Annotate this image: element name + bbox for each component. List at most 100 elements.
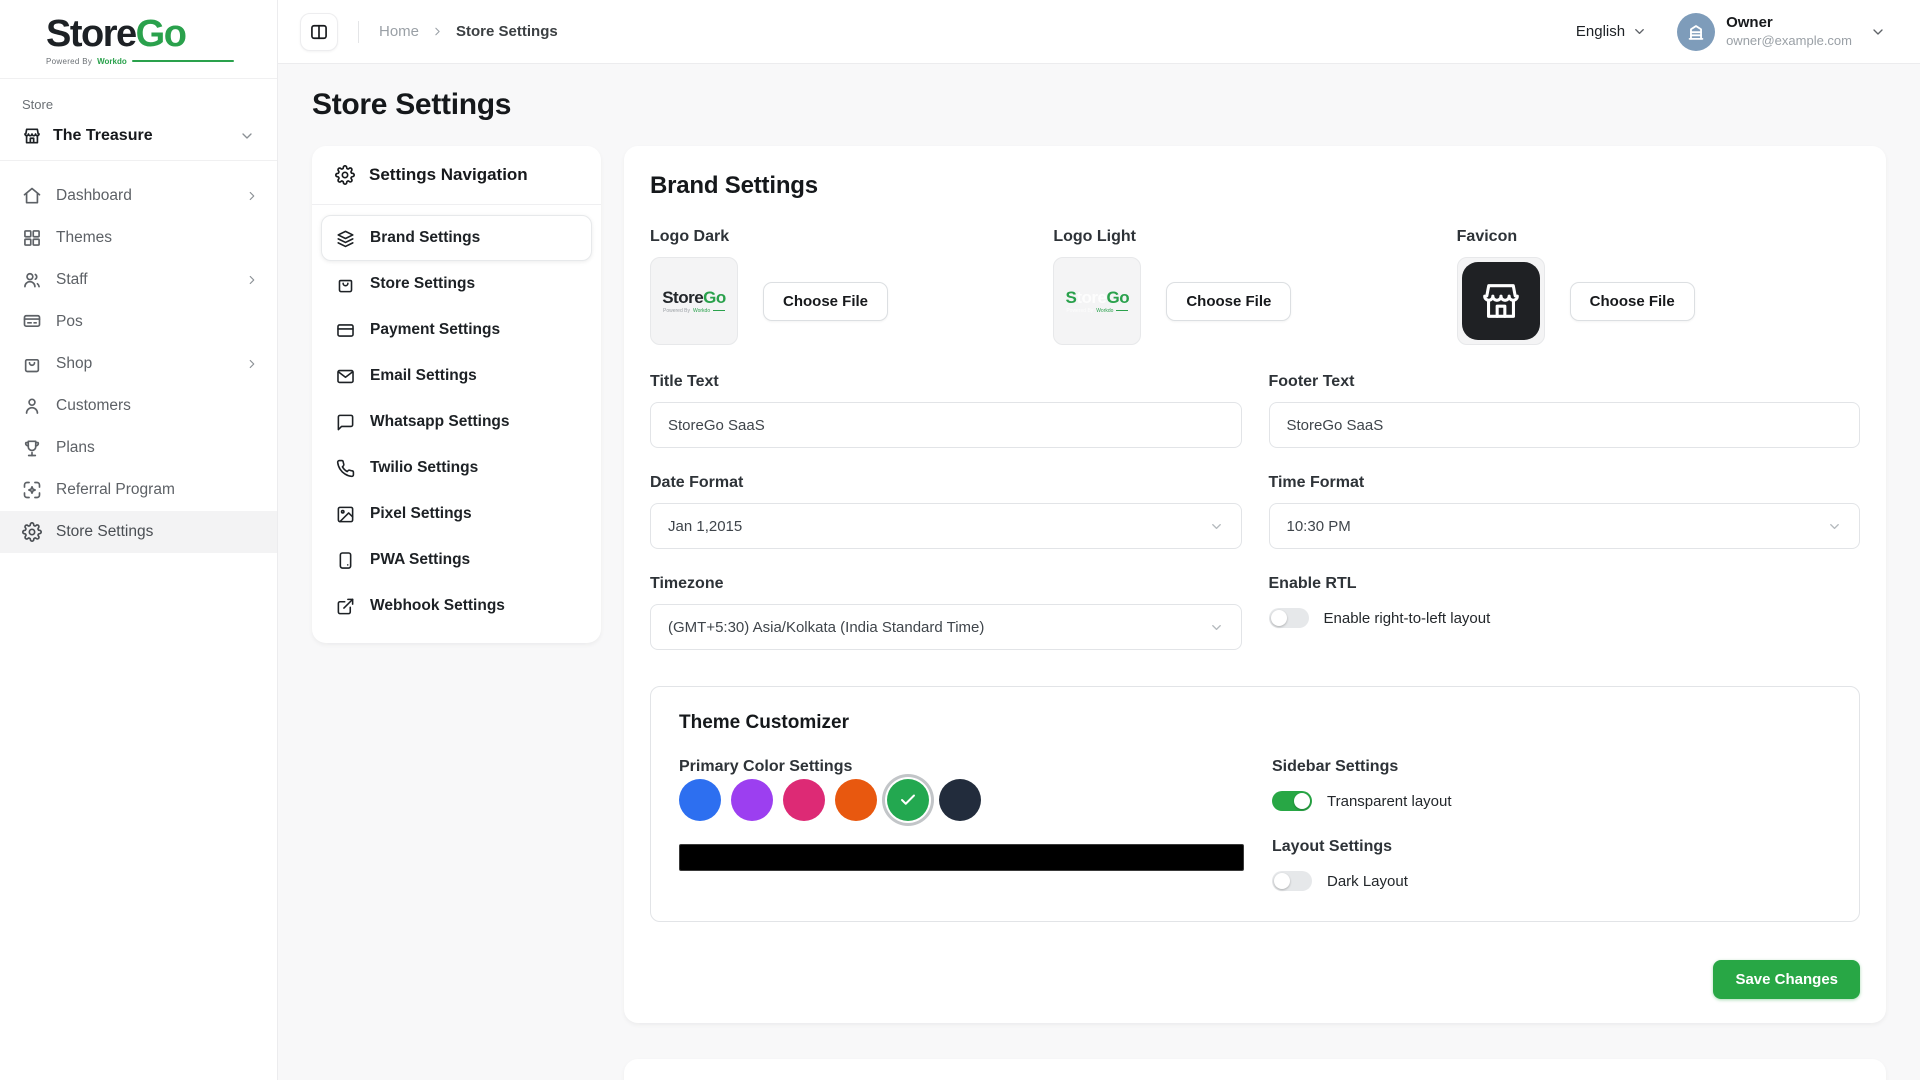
logo-dark-image: StoreGo — [662, 289, 726, 306]
main-area: Home Store Settings English Owner owner@… — [278, 0, 1920, 1080]
settings-nav-label: Store Settings — [370, 275, 475, 293]
chevron-down-icon — [1209, 519, 1224, 534]
date-format-field: Date Format Jan 1,2015 — [650, 474, 1242, 549]
logo-dark-powered: Powered ByWorkdo — [663, 308, 725, 314]
logo-light-choose-file-button[interactable]: Choose File — [1166, 282, 1291, 321]
title-text-field: Title Text — [650, 373, 1242, 448]
app-logo[interactable]: StoreGo Powered By Workdo — [0, 0, 277, 79]
time-format-select[interactable]: 10:30 PM — [1269, 503, 1861, 549]
settings-nav-label: Email Settings — [370, 367, 477, 385]
gear-icon — [335, 165, 355, 185]
sidebar-item-label: Customers — [56, 397, 259, 415]
language-selector[interactable]: English — [1576, 23, 1647, 40]
sidebar: StoreGo Powered By Workdo Store The Trea… — [0, 0, 278, 1080]
sidebar-item-label: Referral Program — [56, 481, 259, 499]
logo-dark-upload: StoreGo Powered ByWorkdo Choose File — [650, 257, 1053, 345]
app-window: StoreGo Powered By Workdo Store The Trea… — [0, 0, 1920, 1080]
primary-color-column: Primary Color Settings — [679, 758, 1272, 891]
settings-nav-email-settings[interactable]: Email Settings — [321, 353, 592, 399]
favicon-image — [1462, 262, 1540, 340]
content-row: Settings Navigation Brand Settings Store… — [312, 146, 1886, 1080]
chevron-right-icon — [245, 273, 259, 287]
panel-toggle-icon — [309, 22, 329, 42]
color-swatch-blue[interactable] — [679, 779, 721, 821]
store-switcher-block: Store The Treasure — [0, 79, 277, 161]
enable-rtl-field: Enable RTL Enable right-to-left layout — [1269, 575, 1861, 650]
sidebar-item-shop[interactable]: Shop — [0, 343, 277, 385]
settings-nav-webhook-settings[interactable]: Webhook Settings — [321, 583, 592, 629]
store-settings-card: Store Settings Store Logo Invoice Logo — [624, 1059, 1886, 1080]
store-switcher[interactable]: The Treasure — [22, 126, 255, 146]
time-format-value: 10:30 PM — [1287, 518, 1351, 535]
enable-rtl-toggle[interactable] — [1269, 608, 1309, 628]
custom-color-picker[interactable] — [679, 844, 1244, 871]
powered-by-underline — [132, 60, 234, 62]
settings-nav-twilio-settings[interactable]: Twilio Settings — [321, 445, 592, 491]
sidebar-item-themes[interactable]: Themes — [0, 217, 277, 259]
storefront-icon — [22, 126, 42, 146]
sidebar-item-dashboard[interactable]: Dashboard — [0, 175, 277, 217]
sidebar-item-pos[interactable]: Pos — [0, 301, 277, 343]
settings-nav-pwa-settings[interactable]: PWA Settings — [321, 537, 592, 583]
language-label: English — [1576, 23, 1625, 40]
gear-icon — [22, 522, 42, 542]
settings-nav-payment-settings[interactable]: Payment Settings — [321, 307, 592, 353]
logo-upload-row: Logo Dark StoreGo Powered ByWorkdo Choos… — [650, 228, 1860, 345]
breadcrumb: Home Store Settings — [379, 23, 558, 40]
settings-navigation-header: Settings Navigation — [312, 146, 601, 205]
pos-icon — [22, 312, 42, 332]
user-avatar[interactable] — [1677, 13, 1715, 51]
sidebar-item-staff[interactable]: Staff — [0, 259, 277, 301]
sidebar-item-label: Themes — [56, 229, 259, 247]
timezone-select[interactable]: (GMT+5:30) Asia/Kolkata (India Standard … — [650, 604, 1242, 650]
brand-settings-form: Title Text Footer Text Date Format Jan — [650, 373, 1860, 650]
referral-icon — [22, 480, 42, 500]
enable-rtl-row: Enable right-to-left layout — [1269, 608, 1861, 628]
user-menu-chevron[interactable] — [1870, 24, 1886, 40]
sidebar-item-customers[interactable]: Customers — [0, 385, 277, 427]
chevron-down-icon — [239, 128, 255, 144]
color-swatch-green-selected[interactable] — [887, 779, 929, 821]
breadcrumb-home[interactable]: Home — [379, 23, 419, 40]
powered-by-brand: Workdo — [97, 57, 127, 66]
grid-icon — [22, 228, 42, 248]
chevron-right-icon — [245, 189, 259, 203]
settings-nav-store-settings[interactable]: Store Settings — [321, 261, 592, 307]
sidebar-item-referral-program[interactable]: Referral Program — [0, 469, 277, 511]
sidebar-toggle-button[interactable] — [300, 13, 338, 51]
settings-nav-pixel-settings[interactable]: Pixel Settings — [321, 491, 592, 537]
color-swatch-navy[interactable] — [939, 779, 981, 821]
footer-text-input[interactable] — [1269, 402, 1861, 448]
user-email: owner@example.com — [1726, 33, 1852, 49]
settings-nav-label: Pixel Settings — [370, 505, 472, 523]
favicon-label: Favicon — [1457, 228, 1860, 246]
image-icon — [336, 505, 355, 524]
color-swatch-purple[interactable] — [731, 779, 773, 821]
settings-nav-whatsapp-settings[interactable]: Whatsapp Settings — [321, 399, 592, 445]
settings-nav-label: Whatsapp Settings — [370, 413, 510, 431]
color-swatch-orange[interactable] — [835, 779, 877, 821]
enable-rtl-toggle-label: Enable right-to-left layout — [1324, 610, 1491, 627]
title-text-input[interactable] — [650, 402, 1242, 448]
footer-text-field: Footer Text — [1269, 373, 1861, 448]
date-format-select[interactable]: Jan 1,2015 — [650, 503, 1242, 549]
breadcrumb-current: Store Settings — [456, 23, 558, 40]
transparent-layout-toggle[interactable] — [1272, 791, 1312, 811]
date-format-label: Date Format — [650, 474, 1242, 492]
color-swatches — [679, 779, 1272, 821]
sidebar-item-label: Pos — [56, 313, 259, 331]
color-swatch-pink[interactable] — [783, 779, 825, 821]
logo-dark-choose-file-button[interactable]: Choose File — [763, 282, 888, 321]
favicon-choose-file-button[interactable]: Choose File — [1570, 282, 1695, 321]
theme-customizer-columns: Primary Color Settings — [679, 758, 1831, 891]
save-changes-button[interactable]: Save Changes — [1713, 960, 1860, 999]
time-format-field: Time Format 10:30 PM — [1269, 474, 1861, 549]
logo-light-upload: StoreGo Powered ByWorkdo Choose File — [1053, 257, 1456, 345]
chat-icon — [336, 413, 355, 432]
page-title: Store Settings — [312, 88, 1886, 122]
settings-nav-brand-settings[interactable]: Brand Settings — [321, 215, 592, 261]
sidebar-item-store-settings[interactable]: Store Settings — [0, 511, 277, 553]
sidebar-item-plans[interactable]: Plans — [0, 427, 277, 469]
dark-layout-toggle[interactable] — [1272, 871, 1312, 891]
logo-light-field: Logo Light StoreGo Powered ByWorkdo Choo… — [1053, 228, 1456, 345]
